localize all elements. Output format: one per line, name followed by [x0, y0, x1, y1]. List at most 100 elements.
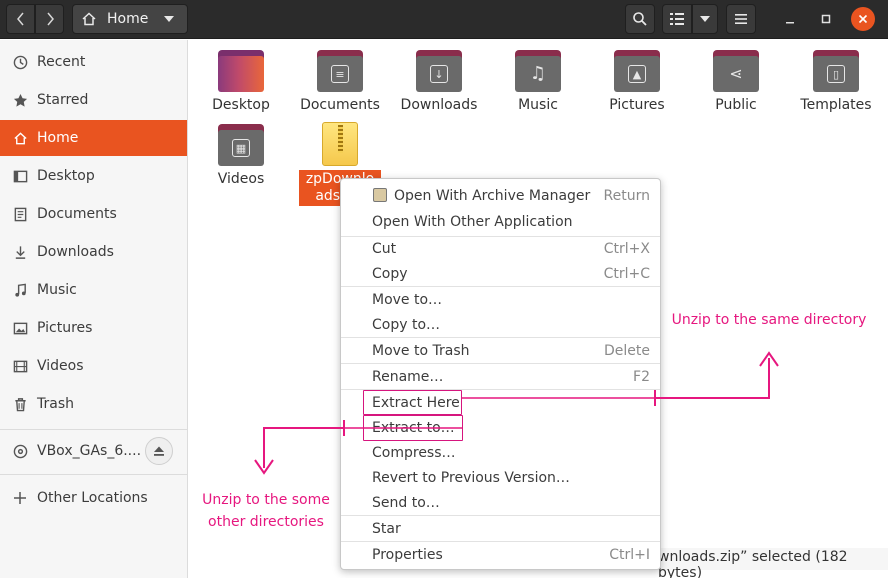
menu-item-label: Move to Trash	[372, 342, 470, 359]
sidebar-item-recent[interactable]: Recent	[0, 44, 187, 80]
menu-item-label: Cut	[372, 240, 397, 257]
menu-item-label: Move to…	[372, 291, 443, 308]
sidebar-item-device[interactable]: VBox_GAs_6....	[0, 433, 187, 469]
download-icon	[12, 244, 28, 260]
menu-item-label: Revert to Previous Version…	[372, 469, 570, 486]
file-label: Desktop	[212, 97, 270, 113]
file-item-downloads[interactable]: ↓ Downloads	[391, 50, 487, 113]
menu-item-open-with-archive-manager[interactable]: Open With Archive Manager Return	[341, 183, 660, 208]
file-item-videos[interactable]: ▦ Videos	[193, 124, 289, 187]
menu-item-accel: Return	[603, 187, 650, 204]
sidebar-item-label: Pictures	[37, 320, 93, 336]
menu-item-send-to[interactable]: Send to…	[341, 490, 660, 515]
sidebar-item-downloads[interactable]: Downloads	[0, 234, 187, 270]
file-item-music[interactable]: ♫ Music	[490, 50, 586, 113]
folder-templates-icon: ▯	[813, 50, 859, 92]
file-label: Public	[715, 97, 757, 113]
file-item-desktop[interactable]: Desktop	[193, 50, 289, 113]
back-button[interactable]	[6, 4, 35, 34]
sidebar-item-label: Trash	[37, 396, 74, 412]
annotation-other-directories: Unzip to the some other directories	[202, 492, 330, 530]
file-item-documents[interactable]: ≡ Documents	[292, 50, 388, 113]
sidebar-item-desktop[interactable]: Desktop	[0, 158, 187, 194]
forward-button[interactable]	[35, 4, 64, 34]
sidebar-separator	[0, 474, 187, 475]
folder-music-icon: ♫	[515, 50, 561, 92]
disc-icon	[12, 443, 28, 459]
folder-videos-icon: ▦	[218, 124, 264, 166]
path-label: Home	[107, 11, 149, 27]
menu-item-label: Copy	[372, 265, 408, 282]
menu-item-label: Compress…	[372, 444, 456, 461]
highlight-box-extract-to	[363, 415, 463, 441]
sidebar: Recent Starred Home Desktop Documents Do…	[0, 40, 188, 578]
star-icon	[12, 92, 28, 108]
menu-item-star[interactable]: Star	[341, 516, 660, 541]
home-icon	[12, 130, 28, 146]
menu-item-accel: F2	[633, 368, 650, 385]
sidebar-item-music[interactable]: Music	[0, 272, 187, 308]
sidebar-item-videos[interactable]: Videos	[0, 348, 187, 384]
annotation-same-directory: Unzip to the same directory	[671, 312, 867, 328]
file-label: Music	[518, 97, 558, 113]
document-icon	[12, 206, 28, 222]
list-view-icon	[670, 13, 684, 25]
menu-item-label: Open With Archive Manager	[394, 187, 591, 204]
menu-item-move-to-trash[interactable]: Move to Trash Delete	[341, 338, 660, 363]
sidebar-item-label: VBox_GAs_6....	[37, 443, 142, 459]
clock-icon	[12, 54, 28, 70]
menu-item-accel: Ctrl+X	[603, 240, 650, 257]
menu-item-label: Rename…	[372, 368, 444, 385]
menu-item-cut[interactable]: Cut Ctrl+X	[341, 236, 660, 261]
menu-item-label: Star	[372, 520, 401, 537]
menu-item-accel: Delete	[604, 342, 650, 359]
menu-item-label: Properties	[372, 546, 443, 563]
sidebar-item-trash[interactable]: Trash	[0, 386, 187, 422]
file-label: Pictures	[609, 97, 665, 113]
menu-item-properties[interactable]: Properties Ctrl+I	[341, 542, 660, 567]
sidebar-item-starred[interactable]: Starred	[0, 82, 187, 118]
header-bar: Home	[0, 0, 888, 39]
sidebar-item-label: Music	[37, 282, 77, 298]
menu-item-compress[interactable]: Compress…	[341, 440, 660, 465]
trash-icon	[12, 396, 28, 412]
eject-button[interactable]	[145, 437, 173, 465]
file-item-pictures[interactable]: ▲ Pictures	[589, 50, 685, 113]
sidebar-item-documents[interactable]: Documents	[0, 196, 187, 232]
menu-item-revert-to-previous-version[interactable]: Revert to Previous Version…	[341, 465, 660, 490]
sidebar-item-label: Starred	[37, 92, 89, 108]
file-item-public[interactable]: ⋖ Public	[688, 50, 784, 113]
maximize-button[interactable]	[814, 7, 838, 31]
sidebar-item-home[interactable]: Home	[0, 120, 187, 156]
sidebar-item-label: Home	[37, 130, 79, 146]
sidebar-item-label: Documents	[37, 206, 117, 222]
sidebar-item-label: Recent	[37, 54, 86, 70]
hamburger-icon	[735, 14, 747, 24]
menu-item-copy[interactable]: Copy Ctrl+C	[341, 261, 660, 286]
view-options-button[interactable]	[692, 4, 718, 34]
sidebar-item-label: Downloads	[37, 244, 114, 260]
close-icon	[858, 14, 868, 24]
file-label: Videos	[217, 171, 265, 187]
menu-item-rename[interactable]: Rename… F2	[341, 364, 660, 389]
menu-item-move-to[interactable]: Move to…	[341, 287, 660, 312]
file-item-templates[interactable]: ▯ Templates	[788, 50, 884, 113]
close-button[interactable]	[851, 7, 875, 31]
music-icon	[12, 282, 28, 298]
minimize-icon	[786, 22, 794, 24]
folder-desktop-icon	[218, 50, 264, 92]
sidebar-item-other-locations[interactable]: Other Locations	[0, 480, 187, 516]
path-bar-home[interactable]: Home	[72, 4, 188, 34]
sidebar-separator	[0, 429, 187, 430]
folder-downloads-icon: ↓	[416, 50, 462, 92]
list-view-button[interactable]	[662, 4, 692, 34]
menu-item-open-with-other-application[interactable]: Open With Other Application	[341, 209, 660, 234]
chevron-right-icon	[46, 12, 54, 26]
menu-item-copy-to[interactable]: Copy to…	[341, 312, 660, 337]
search-button[interactable]	[625, 4, 655, 34]
minimize-button[interactable]	[778, 7, 802, 31]
sidebar-item-pictures[interactable]: Pictures	[0, 310, 187, 346]
archive-manager-icon	[373, 188, 387, 202]
file-label: Downloads	[400, 97, 478, 113]
app-menu-button[interactable]	[726, 4, 756, 34]
